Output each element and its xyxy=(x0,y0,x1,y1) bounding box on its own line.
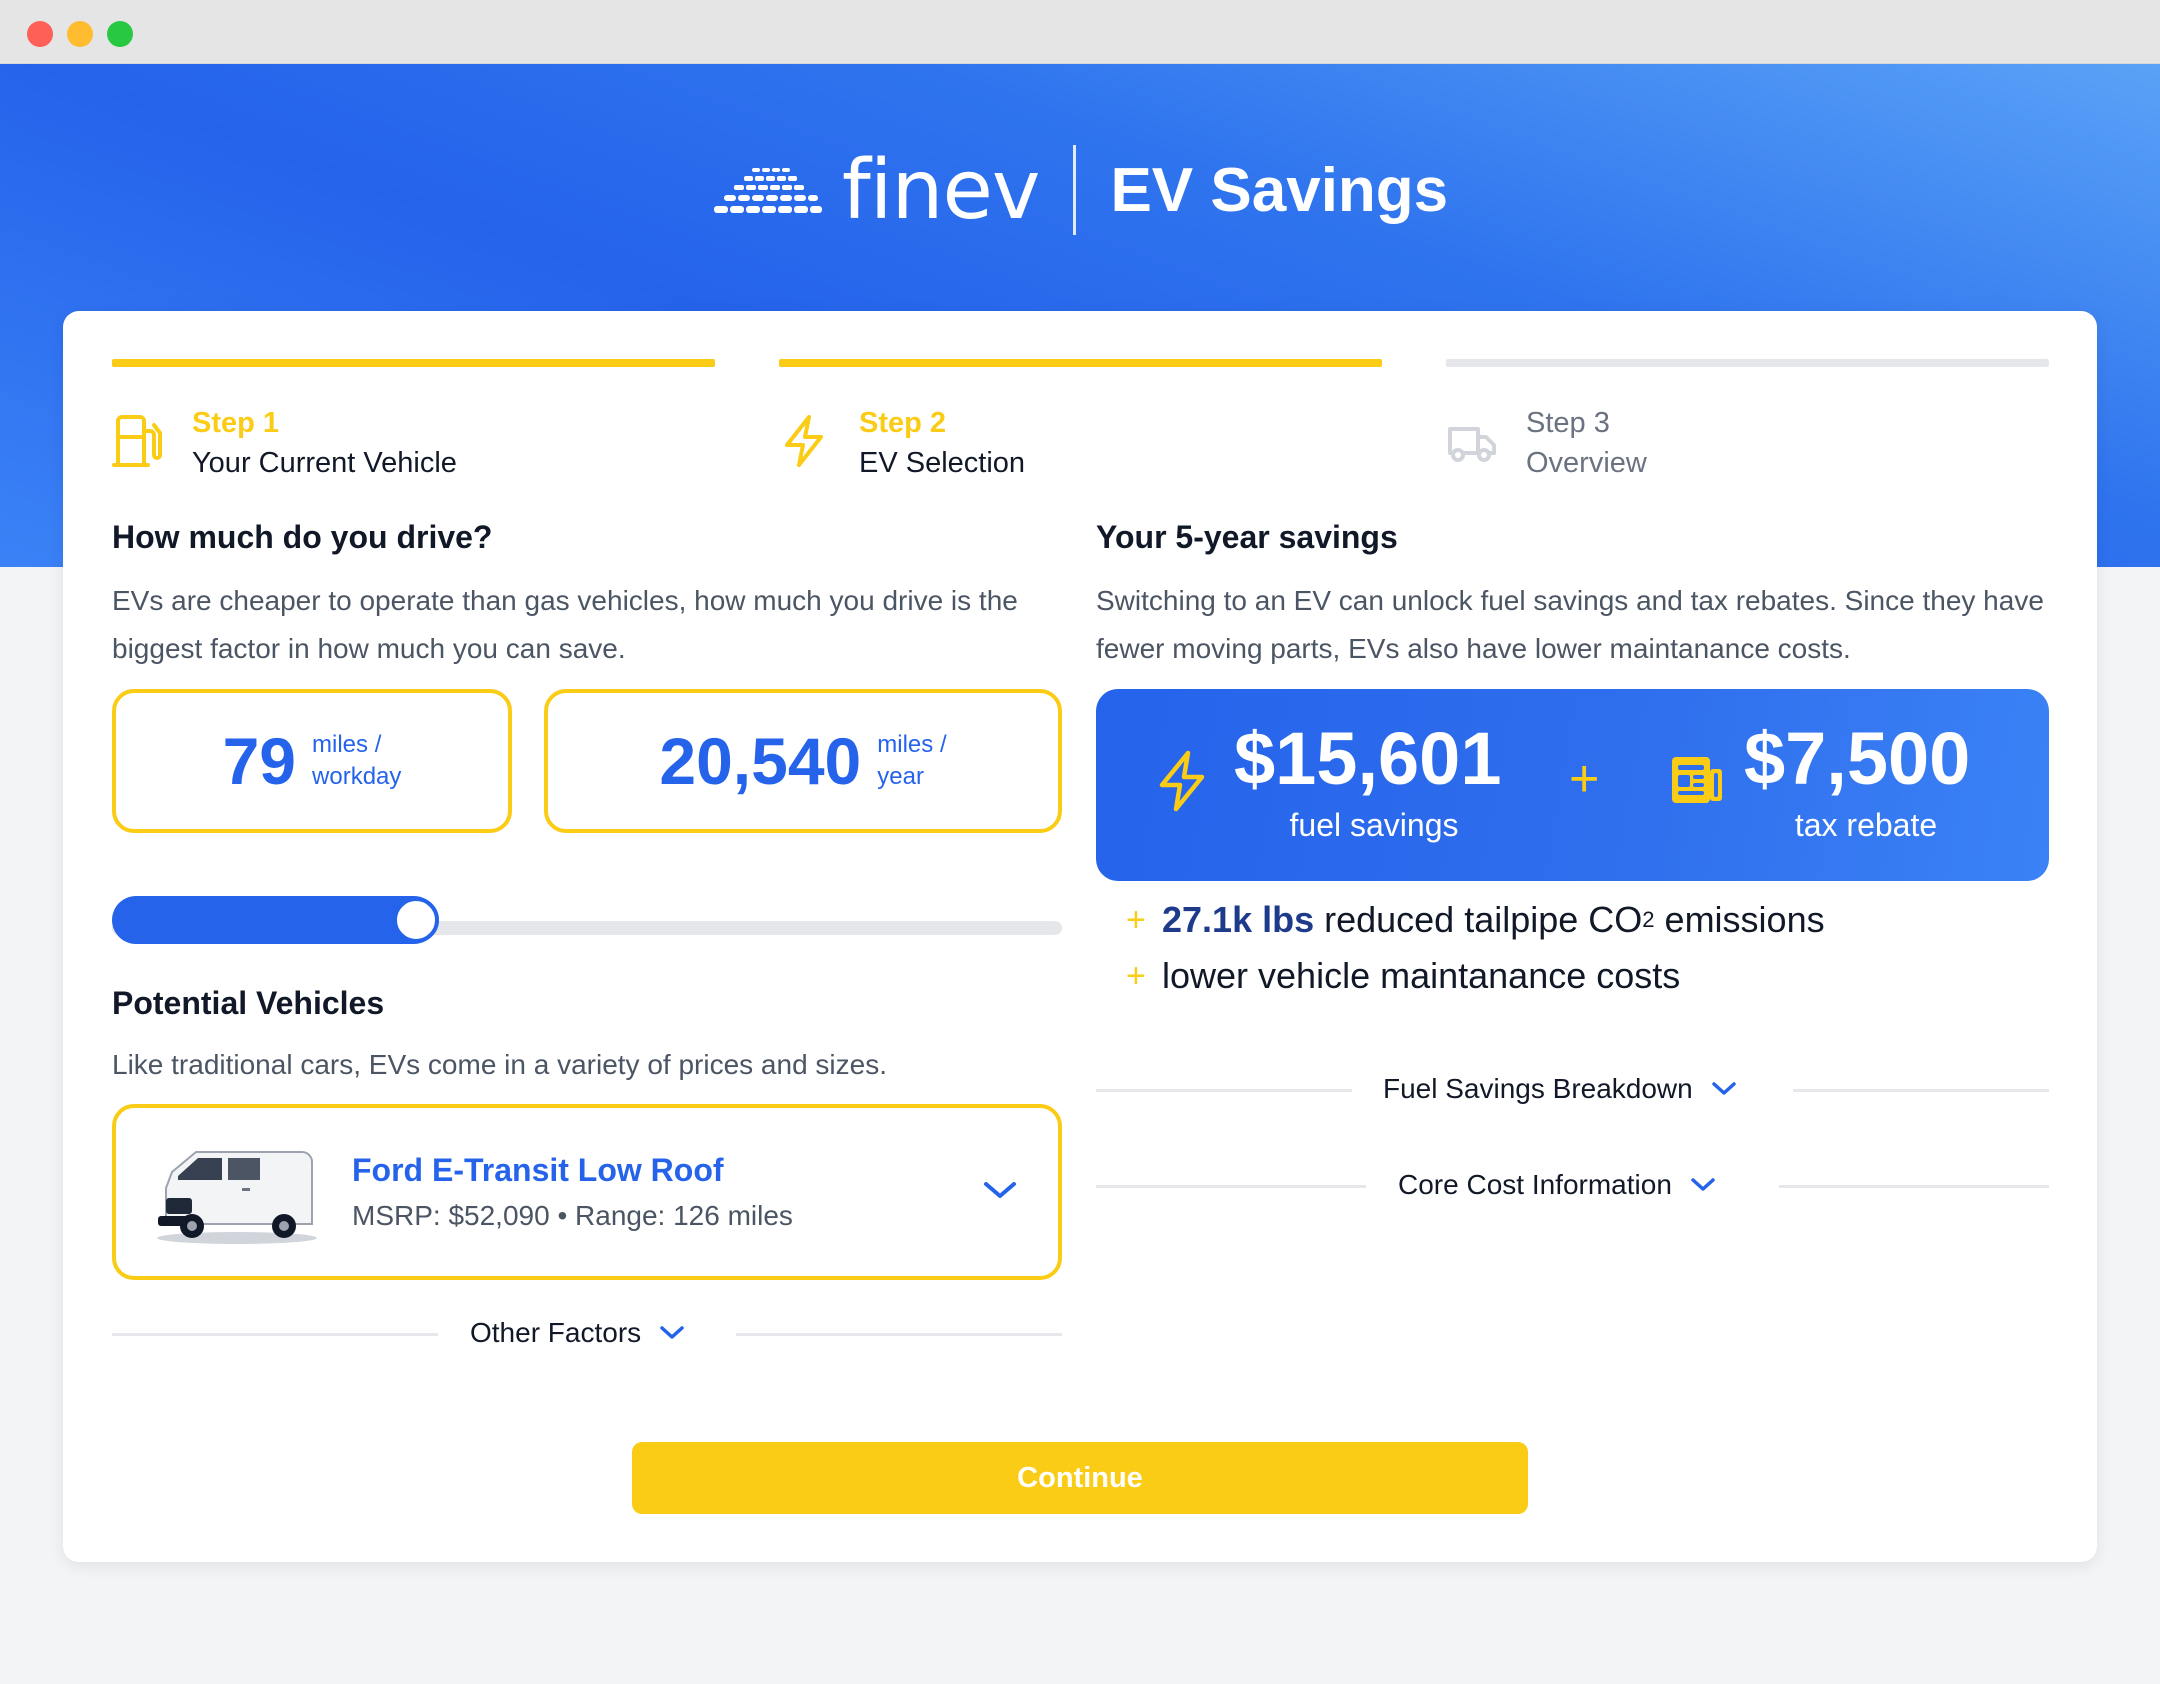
savings-description: Switching to an EV can unlock fuel savin… xyxy=(1096,585,2044,664)
vehicles-title: Potential Vehicles xyxy=(112,985,385,1021)
co2-tail: emissions xyxy=(1664,899,1825,940)
plus-icon: + xyxy=(1126,956,1146,995)
mileage-slider-fill xyxy=(112,896,438,944)
lightning-icon xyxy=(785,415,823,467)
step-3-number: Step 3 xyxy=(1526,407,1610,439)
miles-per-workday-value: 79 xyxy=(222,724,297,798)
vehicle-meta: MSRP: $52,090 • Range: 126 miles xyxy=(352,1200,793,1231)
fuel-savings-breakdown-toggle[interactable]: Fuel Savings Breakdown xyxy=(1096,1069,2049,1109)
step-1-progress-bar xyxy=(112,359,715,367)
fuel-savings-breakdown-label: Fuel Savings Breakdown xyxy=(1383,1073,1693,1104)
step-1-label: Your Current Vehicle xyxy=(192,447,457,479)
plus-icon: + xyxy=(1126,900,1146,939)
step-1-number: Step 1 xyxy=(192,407,280,439)
divider-line xyxy=(1096,1185,1366,1188)
step-3-label: Overview xyxy=(1526,447,1647,479)
savings-summary: $15,601 fuel savings + $7,500 tax rebate xyxy=(1096,689,2049,881)
step-2-number: Step 2 xyxy=(859,407,947,439)
maintenance-text: lower vehicle maintanance costs xyxy=(1162,955,1681,996)
miles-per-year-value: 20,540 xyxy=(659,724,862,798)
minimize-window-button[interactable] xyxy=(67,21,93,47)
brand-divider xyxy=(1073,145,1077,235)
savings-title: Your 5-year savings xyxy=(1096,519,1398,555)
tax-rebate-amount: $7,500 xyxy=(1744,717,1971,800)
drive-description: EVs are cheaper to operate than gas vehi… xyxy=(112,585,1018,664)
vehicle-name: Ford E-Transit Low Roof xyxy=(352,1152,724,1188)
other-factors-toggle[interactable]: Other Factors xyxy=(112,1313,1062,1353)
maximize-window-button[interactable] xyxy=(107,21,133,47)
co2-amount: 27.1k lbs xyxy=(1162,899,1315,940)
divider-line xyxy=(1793,1089,2049,1092)
chevron-down-icon xyxy=(1711,1082,1736,1095)
drive-title: How much do you drive? xyxy=(112,519,493,555)
step-2-progress-bar xyxy=(779,359,1382,367)
vehicle-selector[interactable]: Ford E-Transit Low Roof MSRP: $52,090 • … xyxy=(112,1104,1062,1280)
workday-unit-line2: workday xyxy=(312,763,402,790)
fuel-savings-label: fuel savings xyxy=(1289,807,1459,843)
year-unit-line2: year xyxy=(877,763,924,790)
truck-icon xyxy=(1448,427,1496,462)
brand-logo: finev xyxy=(712,143,1040,238)
year-unit-line1: miles / xyxy=(877,731,947,758)
chevron-down-icon xyxy=(1691,1178,1715,1191)
chevron-down-icon[interactable] xyxy=(982,1178,1018,1202)
miles-per-workday-input[interactable]: 79 miles / workday xyxy=(112,689,512,833)
other-factors-label: Other Factors xyxy=(470,1317,642,1348)
receipt-icon xyxy=(1672,757,1722,803)
vehicles-description: Like traditional cars, EVs come in a var… xyxy=(112,1049,888,1080)
mileage-slider-thumb[interactable] xyxy=(393,897,439,943)
divider-line xyxy=(1096,1089,1352,1092)
step-2-label: EV Selection xyxy=(859,447,1026,479)
co2-benefit: + 27.1k lbs reduced tailpipe CO 2 emissio… xyxy=(1126,899,1825,941)
step-1[interactable]: Step 1 Your Current Vehicle xyxy=(112,403,457,483)
calculator-card: Step 1 Your Current Vehicle Step 2 EV Se… xyxy=(63,311,2097,1562)
finev-logo-icon xyxy=(713,168,822,213)
co2-subscript: 2 xyxy=(1642,907,1655,932)
workday-unit-line1: miles / xyxy=(312,731,382,758)
divider-line xyxy=(736,1333,1062,1336)
core-cost-information-toggle[interactable]: Core Cost Information xyxy=(1096,1165,2049,1205)
window-titlebar xyxy=(0,0,2160,64)
plus-sign: + xyxy=(1569,750,1600,808)
divider-line xyxy=(112,1333,438,1336)
product-title: EV Savings xyxy=(1110,155,1449,225)
fuel-savings-amount: $15,601 xyxy=(1234,717,1502,800)
brand-header: finev EV Savings xyxy=(0,140,2160,240)
step-3[interactable]: Step 3 Overview xyxy=(1446,403,1647,483)
lightning-icon xyxy=(1159,750,1205,812)
miles-per-year-input[interactable]: 20,540 miles / year xyxy=(544,689,1062,833)
tax-rebate-label: tax rebate xyxy=(1794,807,1938,843)
step-2[interactable]: Step 2 EV Selection xyxy=(779,403,1025,483)
gas-pump-icon xyxy=(112,415,162,467)
van-image xyxy=(157,1151,317,1244)
step-3-progress-bar xyxy=(1446,359,2049,367)
divider-line xyxy=(1779,1185,2049,1188)
chevron-down-icon xyxy=(660,1326,684,1339)
co2-text: reduced tailpipe CO xyxy=(1324,899,1643,940)
brand-name: finev xyxy=(841,142,1041,238)
maintenance-benefit: + lower vehicle maintanance costs xyxy=(1126,955,1681,997)
close-window-button[interactable] xyxy=(27,21,53,47)
core-cost-information-label: Core Cost Information xyxy=(1398,1169,1672,1200)
continue-button[interactable]: Continue xyxy=(632,1442,1528,1514)
